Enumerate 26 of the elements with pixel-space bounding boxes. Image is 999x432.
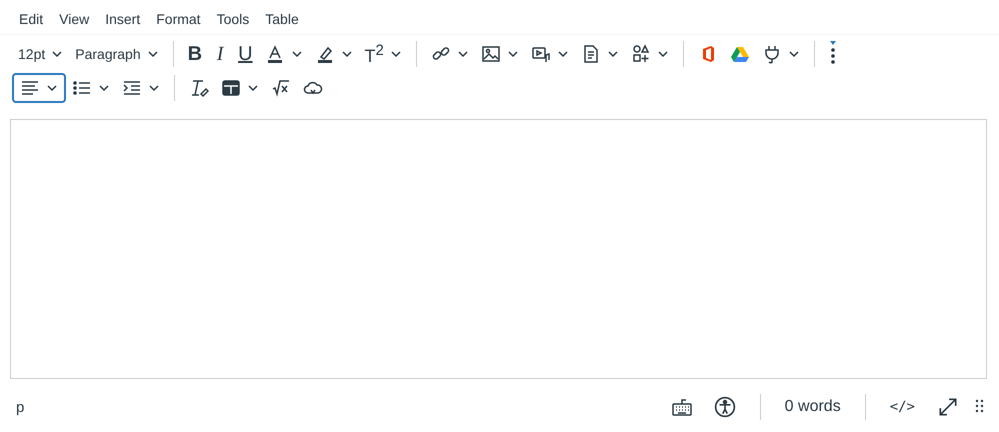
square-root-icon (271, 78, 291, 98)
italic-button[interactable]: I (208, 39, 232, 69)
more-icon (828, 41, 837, 67)
superscript-button[interactable]: T$^{2}$ (358, 39, 408, 69)
accessibility-icon (714, 396, 736, 418)
shapes-icon (630, 44, 651, 64)
menu-item[interactable]: Format (149, 9, 208, 28)
keyboard-icon (672, 397, 692, 417)
html-editor-button[interactable]: </> (884, 392, 921, 422)
word-count: 0 words (784, 398, 842, 416)
menu-item[interactable]: Insert (98, 9, 148, 28)
drive-icon (730, 44, 750, 64)
expand-icon (937, 396, 959, 418)
menu-item[interactable]: Edit (12, 9, 50, 28)
clear-formatting-icon (189, 78, 209, 98)
underline-button[interactable]: U (232, 39, 259, 69)
table-icon (221, 78, 241, 98)
block-format-dropdown[interactable]: Paragraph (69, 39, 165, 69)
menu-item[interactable]: Tools (210, 9, 256, 28)
image-icon (480, 44, 501, 64)
align-dropdown[interactable] (12, 73, 66, 103)
font-size-dropdown[interactable]: 12pt (12, 39, 70, 69)
menu-item[interactable]: Table (258, 9, 306, 28)
element-path[interactable]: p (16, 398, 24, 416)
menu-item[interactable]: View (52, 9, 96, 28)
bold-button[interactable]: B (182, 39, 208, 69)
